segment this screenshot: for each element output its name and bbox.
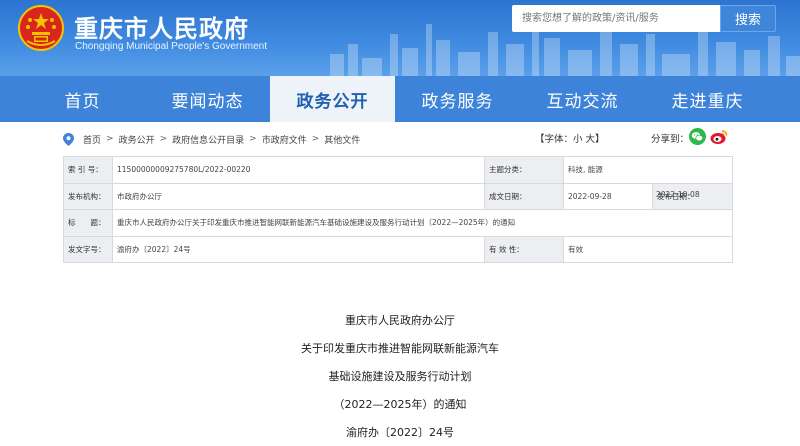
written-date-value: 2022-09-28 — [563, 182, 654, 211]
title-label: 标 题： — [63, 209, 113, 237]
site-subtitle: Chongqing Municipal People's Government — [75, 41, 268, 52]
nav-item-government-affairs[interactable]: 政务公开 — [270, 76, 395, 122]
search-button[interactable]: 搜索 — [720, 5, 776, 32]
font-size-control[interactable]: 【字体：小 大】 — [535, 131, 605, 145]
validity-label: 有 效 性： — [484, 235, 565, 264]
topic-value: 科技, 能源 — [563, 156, 734, 184]
table-row: 发布机构： 市政府办公厅 成文日期： 2022-09-28 发布日期： — [63, 182, 734, 211]
breadcrumb-other-documents[interactable]: 其他文件 — [324, 133, 360, 146]
title-value: 重庆市人民政府办公厅关于印发重庆市推进智能网联新能源汽车基础设施建设及服务行动计… — [111, 209, 734, 237]
table-row: 标 题： 重庆市人民政府办公厅关于印发重庆市推进智能网联新能源汽车基础设施建设及… — [63, 209, 734, 237]
national-emblem-icon — [18, 5, 64, 51]
document-title-line-1: 关于印发重庆市推进智能网联新能源汽车 — [301, 342, 499, 355]
weibo-share-icon[interactable] — [710, 128, 728, 145]
table-row: 发文字号： 渝府办〔2022〕24号 有 效 性： 有效 — [63, 235, 734, 264]
site-header: 重庆市人民政府 Chongqing Municipal People's Gov… — [0, 0, 800, 76]
index-number-label: 索 引 号： — [63, 156, 113, 184]
document-title-line-3: （2022—2025年）的通知 — [333, 398, 467, 411]
document-number-line: 渝府办〔2022〕24号 — [346, 426, 454, 439]
breadcrumb-separator: > — [249, 134, 257, 144]
document-number-label: 发文字号： — [63, 235, 113, 264]
breadcrumb-municipal-documents[interactable]: 市政府文件 — [262, 133, 307, 146]
breadcrumb-separator: > — [311, 134, 320, 144]
wechat-share-icon[interactable] — [689, 128, 706, 145]
breadcrumb-home[interactable]: 首页 — [83, 133, 101, 146]
issuer-value: 市政府办公厅 — [111, 182, 486, 211]
nav-item-services[interactable]: 政务服务 — [395, 76, 520, 122]
document-title-line-2: 基础设施建设及服务行动计划 — [328, 370, 472, 383]
breadcrumb-info-catalog[interactable]: 政府信息公开目录 — [172, 133, 244, 146]
nav-item-news[interactable]: 要闻动态 — [145, 76, 270, 122]
nav-item-home[interactable]: 首页 — [20, 76, 145, 122]
written-date-label: 成文日期： — [484, 182, 565, 211]
index-number-value: 11500000009275780L/2022-00220 — [111, 156, 486, 184]
topic-label: 主题分类： — [484, 156, 565, 184]
document-info-table: 索 引 号： 11500000009275780L/2022-00220 主题分… — [63, 156, 734, 264]
table-row: 索 引 号： 11500000009275780L/2022-00220 主题分… — [63, 156, 734, 184]
site-title[interactable]: 重庆市人民政府 — [74, 9, 249, 44]
breadcrumb-separator: > — [106, 134, 114, 144]
validity-value: 有效 — [563, 235, 734, 264]
search-input[interactable] — [512, 5, 720, 32]
share-label: 分享到： — [651, 134, 690, 145]
main-nav: 首页 要闻动态 政务公开 政务服务 互动交流 走进重庆 — [0, 76, 800, 122]
issuer-label: 发布机构： — [63, 182, 113, 211]
document-issuer-heading: 重庆市人民政府办公厅 — [345, 314, 455, 327]
breadcrumb-government-affairs[interactable]: 政务公开 — [119, 133, 155, 146]
published-date-value: 2022-10-08 — [656, 190, 700, 199]
nav-item-interaction[interactable]: 互动交流 — [520, 76, 645, 122]
breadcrumb-separator: > — [159, 134, 168, 144]
location-pin-icon — [63, 132, 74, 146]
nav-item-about-chongqing[interactable]: 走进重庆 — [645, 76, 770, 122]
breadcrumb: 首页 > 政务公开 > 政府信息公开目录 > 市政府文件 > 其他文件 — [63, 128, 735, 150]
document-number-value: 渝府办〔2022〕24号 — [111, 235, 486, 264]
